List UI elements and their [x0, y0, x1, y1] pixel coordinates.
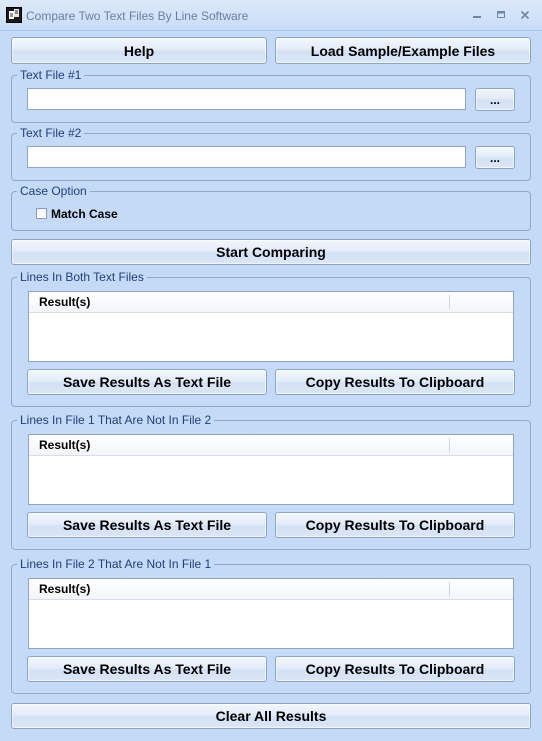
close-button[interactable]	[514, 6, 536, 24]
title-bar[interactable]: Compare Two Text Files By Line Software	[0, 0, 542, 31]
browse-file-2-button[interactable]: ...	[475, 146, 515, 169]
text-file-2-input[interactable]	[27, 146, 466, 168]
results-list-file1-only[interactable]: Result(s)	[28, 434, 514, 505]
minimize-icon	[473, 16, 481, 18]
start-comparing-button[interactable]: Start Comparing	[11, 239, 531, 265]
column-separator	[449, 295, 450, 309]
lines-in-file1-not-file2-legend: Lines In File 1 That Are Not In File 2	[17, 413, 215, 427]
copy-results-button-file1-only[interactable]: Copy Results To Clipboard	[275, 512, 515, 538]
text-file-2-legend: Text File #2	[17, 126, 85, 140]
results-list-both[interactable]: Result(s)	[28, 291, 514, 362]
match-case-checkbox[interactable]	[36, 208, 47, 219]
maximize-icon	[497, 11, 505, 18]
column-separator	[449, 438, 450, 452]
match-case-label[interactable]: Match Case	[51, 207, 118, 221]
column-header-results[interactable]: Result(s)	[39, 295, 90, 309]
minimize-button[interactable]	[466, 6, 488, 24]
window-title: Compare Two Text Files By Line Software	[26, 9, 249, 23]
results-list-header[interactable]: Result(s)	[29, 579, 513, 600]
column-header-results[interactable]: Result(s)	[39, 438, 90, 452]
copy-results-button-file2-only[interactable]: Copy Results To Clipboard	[275, 656, 515, 682]
lines-in-both-legend: Lines In Both Text Files	[17, 270, 147, 284]
results-list-header[interactable]: Result(s)	[29, 435, 513, 456]
text-file-1-legend: Text File #1	[17, 68, 85, 82]
save-results-button-both[interactable]: Save Results As Text File	[27, 369, 267, 395]
close-icon	[520, 10, 530, 20]
clear-all-results-button[interactable]: Clear All Results	[11, 703, 531, 729]
save-results-button-file2-only[interactable]: Save Results As Text File	[27, 656, 267, 682]
text-file-1-input[interactable]	[27, 88, 466, 110]
help-button[interactable]: Help	[11, 37, 267, 64]
column-header-results[interactable]: Result(s)	[39, 582, 90, 596]
lines-in-file2-not-file1-legend: Lines In File 2 That Are Not In File 1	[17, 557, 215, 571]
column-separator	[449, 582, 450, 596]
app-icon	[6, 7, 22, 23]
copy-results-button-both[interactable]: Copy Results To Clipboard	[275, 369, 515, 395]
maximize-button[interactable]	[490, 6, 512, 24]
case-option-legend: Case Option	[17, 184, 90, 198]
load-sample-files-button[interactable]: Load Sample/Example Files	[275, 37, 531, 64]
save-results-button-file1-only[interactable]: Save Results As Text File	[27, 512, 267, 538]
results-list-file2-only[interactable]: Result(s)	[28, 578, 514, 649]
results-list-header[interactable]: Result(s)	[29, 292, 513, 313]
browse-file-1-button[interactable]: ...	[475, 88, 515, 111]
